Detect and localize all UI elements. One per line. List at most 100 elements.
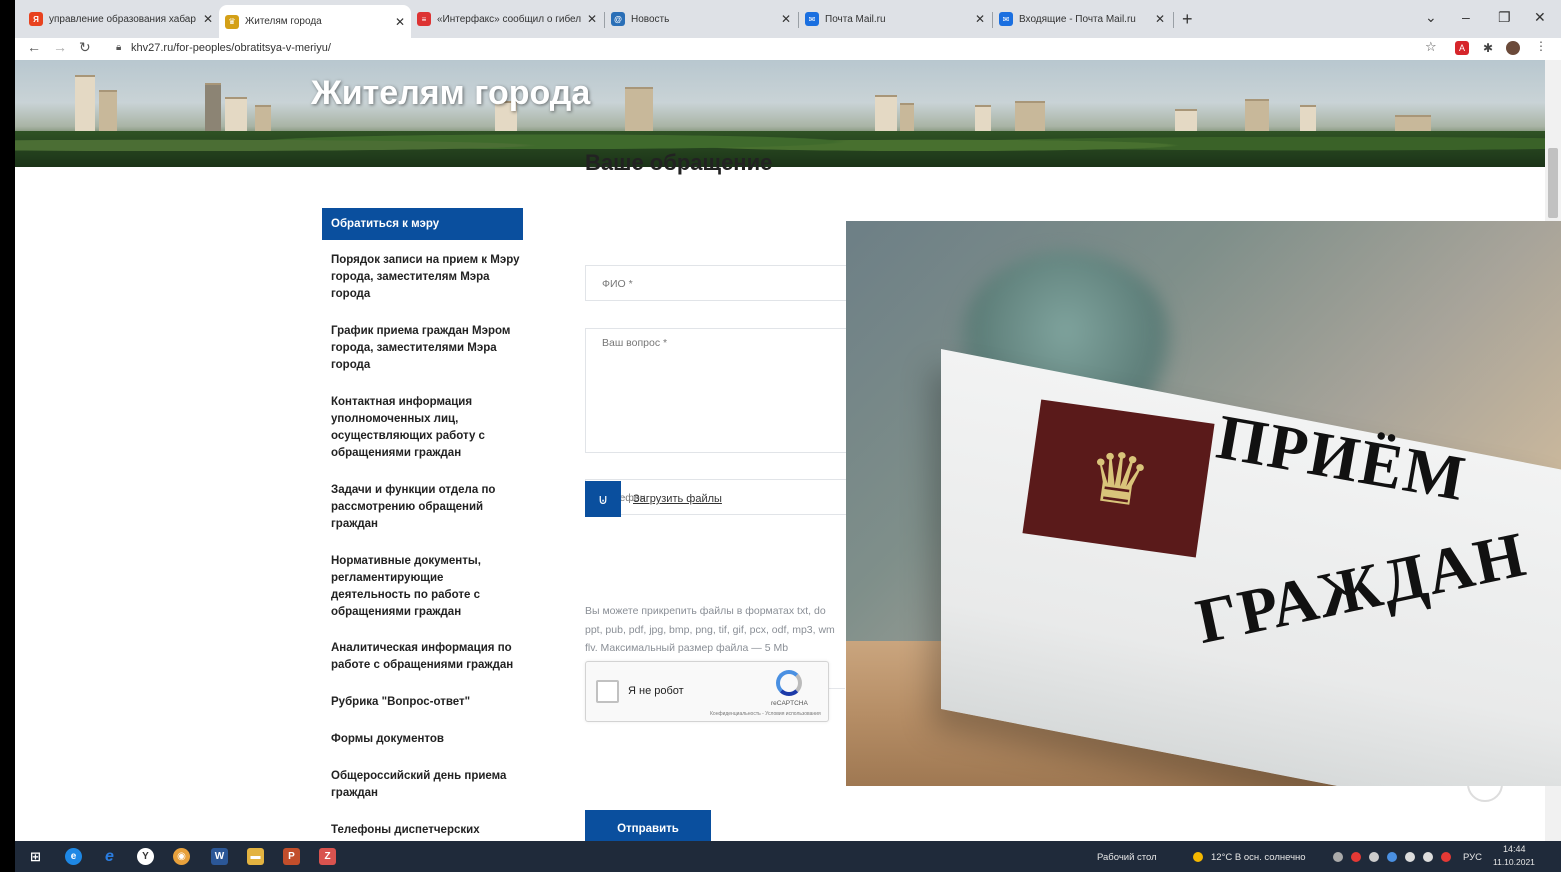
- sidebar-item-qa[interactable]: Рубрика "Вопрос-ответ": [331, 694, 523, 711]
- double-headed-eagle-icon: ♛: [1081, 435, 1155, 522]
- upload-button[interactable]: ⊍: [585, 481, 621, 517]
- trees: [15, 131, 1545, 167]
- interfax-icon: ≡: [417, 12, 431, 26]
- new-tab-button[interactable]: +: [1182, 9, 1193, 30]
- file-explorer-icon[interactable]: ▬: [247, 848, 264, 865]
- recaptcha-brand: reCAPTCHA: [771, 700, 808, 707]
- recaptcha-widget: Я не робот reCAPTCHA Конфиденциальность …: [585, 661, 829, 722]
- sidebar-item-analytics[interactable]: Аналитическая информация по работе с обр…: [331, 640, 523, 674]
- tray-app-icon[interactable]: [1387, 852, 1397, 862]
- city-crest-icon: ♛: [225, 14, 239, 29]
- tab-title: управление образования хабар: [49, 13, 196, 25]
- paperclip-icon: ⊍: [597, 490, 609, 507]
- close-icon[interactable]: ✕: [781, 12, 791, 26]
- sidebar-item-appointment-order[interactable]: Порядок записи на прием к Мэру города, з…: [331, 252, 523, 303]
- word-icon[interactable]: W: [211, 848, 228, 865]
- question-placeholder: Ваш вопрос *: [602, 337, 668, 349]
- tray-app-icon[interactable]: [1333, 852, 1343, 862]
- recaptcha-logo-icon: [776, 670, 802, 696]
- close-icon[interactable]: ✕: [587, 12, 597, 26]
- tab-search-icon[interactable]: ⌄: [1425, 9, 1437, 26]
- tab-education[interactable]: Я управление образования хабар ✕: [23, 6, 219, 32]
- tab-title: «Интерфакс» сообщил о гибел: [437, 13, 581, 25]
- restore-button[interactable]: ❐: [1498, 9, 1511, 26]
- lock-icon[interactable]: 🔒︎: [116, 42, 121, 53]
- sidebar-item-department-tasks[interactable]: Задачи и функции отдела по рассмотрению …: [331, 482, 523, 533]
- start-icon[interactable]: ⊞: [27, 848, 44, 865]
- clock-time[interactable]: 14:44: [1503, 844, 1526, 854]
- tray-app-icon[interactable]: [1369, 852, 1379, 862]
- sidebar-item-reception-day[interactable]: Общероссийский день приема граждан: [331, 768, 523, 802]
- news-icon: @: [611, 12, 625, 26]
- file-hint-line: flv. Максимальный размер файла — 5 Mb: [585, 642, 789, 654]
- tab-residents[interactable]: ♛ Жителям города ✕: [219, 5, 411, 38]
- reload-icon[interactable]: ↻: [79, 39, 91, 56]
- forward-icon[interactable]: →: [53, 39, 67, 55]
- form-title: Ваше обращение: [585, 150, 773, 175]
- network-icon[interactable]: [1405, 852, 1415, 862]
- citizen-reception-photo: ♛ ПРИЁМ ГРАЖДАН: [846, 221, 1561, 786]
- recaptcha-checkbox[interactable]: [596, 680, 619, 703]
- tab-mail[interactable]: ✉ Почта Mail.ru ✕: [799, 6, 991, 32]
- tab-inbox[interactable]: ✉ Входящие - Почта Mail.ru ✕: [993, 6, 1171, 32]
- city-banner: Жителям города: [15, 60, 1545, 167]
- weather-icon: [1193, 852, 1203, 862]
- internet-explorer-icon[interactable]: e: [101, 848, 118, 865]
- question-textarea[interactable]: Ваш вопрос *: [585, 328, 855, 453]
- volume-icon[interactable]: [1423, 852, 1433, 862]
- file-hint-line: ppt, pub, pdf, jpg, bmp, png, tif, gif, …: [585, 624, 835, 636]
- language-indicator[interactable]: РУС: [1463, 852, 1482, 863]
- mail-icon: ✉: [999, 12, 1013, 26]
- file-hint-line: Вы можете прикрепить файлы в форматах tx…: [585, 605, 826, 617]
- scrollbar-thumb[interactable]: [1548, 148, 1558, 218]
- tab-title: Входящие - Почта Mail.ru: [1019, 13, 1136, 25]
- address-toolbar: ← → ↻ 🔒︎ khv27.ru/for-peoples/obratitsya…: [15, 38, 1561, 60]
- chrome-icon[interactable]: ◉: [173, 848, 190, 865]
- tab-news[interactable]: @ Новость ✕: [605, 6, 797, 32]
- name-placeholder: ФИО *: [602, 278, 633, 290]
- sidebar-item-contact-mayor[interactable]: Обратиться к мэру: [322, 208, 523, 240]
- avatar[interactable]: [1506, 41, 1520, 55]
- tab-interfax[interactable]: ≡ «Интерфакс» сообщил о гибел ✕: [411, 6, 603, 32]
- sidebar-item-regulations[interactable]: Нормативные документы, регламентирующие …: [331, 553, 523, 621]
- sidebar-item-forms[interactable]: Формы документов: [331, 731, 523, 748]
- tab-separator: [1173, 12, 1174, 28]
- tray-app-icon[interactable]: [1441, 852, 1451, 862]
- minimize-button[interactable]: –: [1462, 9, 1470, 25]
- close-icon[interactable]: ✕: [395, 15, 405, 29]
- yandex-browser-icon[interactable]: Y: [137, 848, 154, 865]
- tab-title: Почта Mail.ru: [825, 13, 886, 25]
- antivirus-icon[interactable]: [1351, 852, 1361, 862]
- browser-window: Я управление образования хабар ✕ ♛ Жител…: [15, 0, 1561, 872]
- menu-icon[interactable]: ⋮: [1535, 39, 1547, 53]
- mail-icon: ✉: [805, 12, 819, 26]
- upload-files-link[interactable]: Загрузить файлы: [633, 493, 722, 505]
- sidebar-item-schedule[interactable]: График приема граждан Мэром города, заме…: [331, 323, 523, 374]
- back-icon[interactable]: ←: [27, 39, 41, 55]
- page-title: Жителям города: [311, 74, 591, 112]
- pdf-extension-icon[interactable]: A: [1455, 41, 1469, 55]
- weather-text[interactable]: 12°C В осн. солнечно: [1211, 852, 1306, 863]
- name-field[interactable]: ФИО *: [585, 265, 855, 301]
- close-icon[interactable]: ✕: [203, 12, 213, 26]
- tab-strip: Я управление образования хабар ✕ ♛ Жител…: [15, 0, 1561, 38]
- recaptcha-label: Я не робот: [628, 685, 684, 697]
- clock-date[interactable]: 11.10.2021: [1493, 857, 1535, 867]
- document-viewer-icon[interactable]: Z: [319, 848, 336, 865]
- powerpoint-icon[interactable]: P: [283, 848, 300, 865]
- sidebar-item-dispatch-phones[interactable]: Телефоны диспетчерских: [331, 822, 523, 839]
- desktop-toolbar-label[interactable]: Рабочий стол: [1097, 852, 1157, 863]
- sidebar-item-contacts[interactable]: Контактная информация уполномоченных лиц…: [331, 394, 523, 462]
- bookmark-star-icon[interactable]: ☆: [1425, 39, 1437, 55]
- extensions-icon[interactable]: ✱: [1481, 41, 1495, 55]
- recaptcha-terms-link[interactable]: Конфиденциальность - Условия использован…: [710, 711, 821, 717]
- address-bar[interactable]: khv27.ru/for-peoples/obratitsya-v-meriyu…: [131, 42, 331, 54]
- edge-icon[interactable]: e: [65, 848, 82, 865]
- close-icon[interactable]: ✕: [1155, 12, 1165, 26]
- windows-taskbar: ⊞ e e Y ◉ W ▬ P Z Рабочий стол 12°C В ос…: [15, 841, 1561, 872]
- yandex-icon: Я: [29, 12, 43, 26]
- close-window-button[interactable]: ✕: [1534, 9, 1546, 26]
- close-icon[interactable]: ✕: [975, 12, 985, 26]
- tab-title: Новость: [631, 13, 670, 25]
- tab-title: Жителям города: [245, 16, 322, 27]
